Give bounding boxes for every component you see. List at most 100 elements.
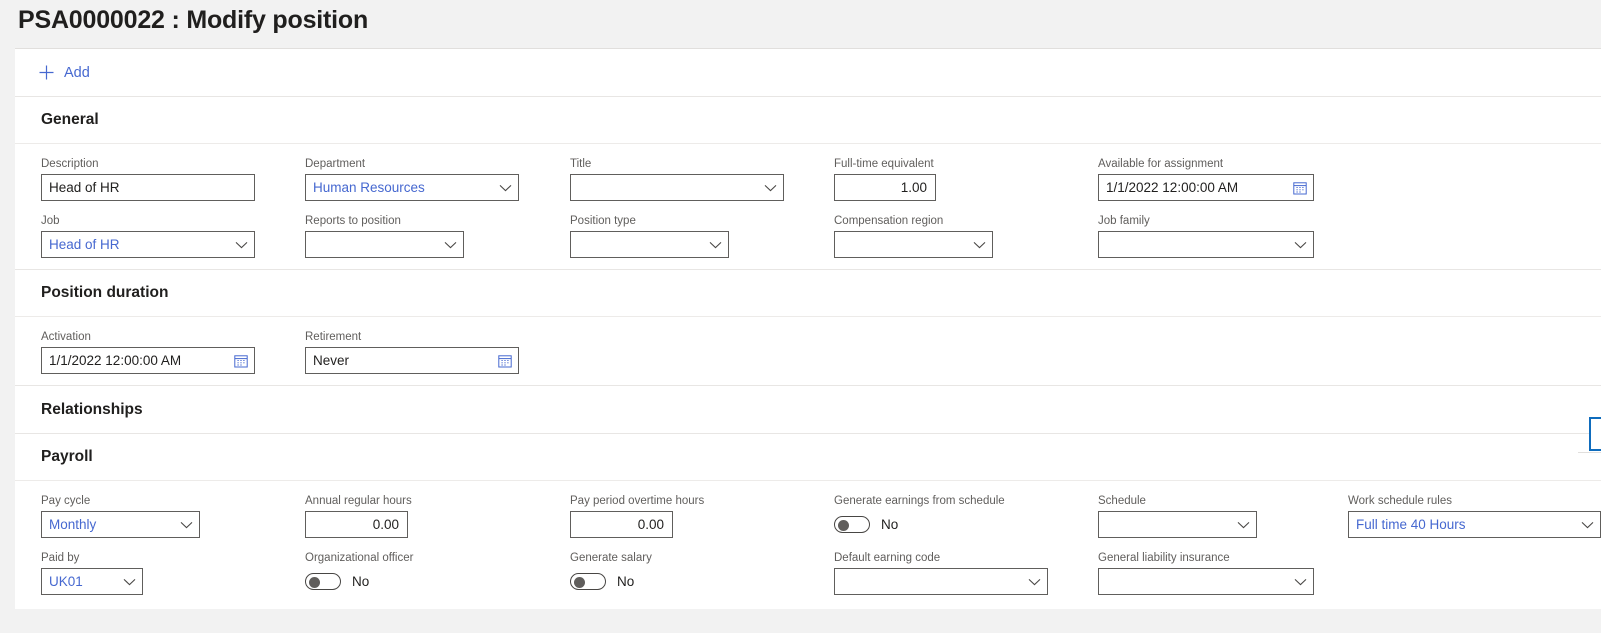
field-department-label: Department	[305, 158, 366, 170]
retirement-date-input[interactable]: Never	[305, 347, 519, 374]
field-gen-salary-label: Generate salary	[570, 552, 652, 564]
field-fte-label: Full-time equivalent	[834, 158, 934, 170]
focused-edge-control[interactable]	[1589, 417, 1601, 451]
chevron-down-icon[interactable]	[1230, 521, 1256, 529]
chevron-down-icon[interactable]	[116, 578, 142, 586]
organizational-officer-value: No	[352, 574, 370, 589]
retirement-value: Never	[313, 353, 350, 368]
annual-hours-value: 0.00	[372, 517, 399, 532]
default-earning-code-dropdown[interactable]	[834, 568, 1048, 595]
generate-salary-value: No	[617, 574, 635, 589]
available-date-input[interactable]: 1/1/2022 12:00:00 AM	[1098, 174, 1314, 201]
section-position-duration-body: Activation 1/1/2022 12:00:00 AM Retireme…	[15, 317, 1601, 385]
section-position-duration: Position duration Activation 1/1/2022 12…	[15, 269, 1601, 385]
field-retirement: Retirement Never	[305, 330, 519, 374]
department-value: Human Resources	[313, 180, 425, 195]
field-general-liability-insurance: General liability insurance	[1098, 551, 1314, 595]
add-button-label: Add	[64, 64, 90, 81]
field-org-officer-label: Organizational officer	[305, 552, 414, 564]
section-position-duration-title: Position duration	[41, 284, 169, 301]
paid-by-dropdown[interactable]: UK01	[41, 568, 143, 595]
chevron-down-icon[interactable]	[702, 241, 728, 249]
toggle-knob	[309, 576, 320, 588]
field-work-rules-label: Work schedule rules	[1348, 495, 1452, 507]
field-title-label: Title	[570, 158, 592, 170]
field-liability-ins-label: General liability insurance	[1098, 552, 1230, 564]
field-paid-by-label: Paid by	[41, 552, 80, 564]
fte-input[interactable]: 1.00	[834, 174, 936, 201]
annual-hours-input[interactable]: 0.00	[305, 511, 408, 538]
chevron-down-icon[interactable]	[1287, 241, 1313, 249]
chevron-down-icon[interactable]	[1574, 521, 1600, 529]
section-general-title: General	[41, 111, 99, 128]
description-input[interactable]: Head of HR	[41, 174, 255, 201]
section-general: General Description Head of HR Departmen…	[15, 96, 1601, 269]
available-value: 1/1/2022 12:00:00 AM	[1106, 180, 1239, 195]
field-default-earning-code: Default earning code	[834, 551, 1048, 595]
chevron-down-icon[interactable]	[1021, 578, 1047, 586]
modify-position-page: PSA0000022 : Modify position Add General…	[0, 0, 1601, 633]
section-relationships-header[interactable]: Relationships	[15, 386, 1601, 433]
add-button[interactable]: Add	[32, 60, 96, 85]
toggle-knob	[838, 519, 849, 531]
section-payroll: Payroll Pay cycle Monthly Annual regular…	[15, 433, 1601, 609]
paid-by-value: UK01	[49, 574, 83, 589]
section-position-duration-header[interactable]: Position duration	[15, 270, 1601, 317]
chevron-down-icon[interactable]	[966, 241, 992, 249]
field-job-family-label: Job family	[1098, 215, 1150, 227]
generate-earnings-value: No	[881, 517, 899, 532]
overtime-hours-value: 0.00	[637, 517, 664, 532]
section-relationships: Relationships	[15, 385, 1601, 433]
field-available-for-assignment: Available for assignment 1/1/2022 12:00:…	[1098, 157, 1314, 201]
schedule-dropdown[interactable]	[1098, 511, 1257, 538]
field-pay-cycle: Pay cycle Monthly	[41, 494, 200, 538]
description-value: Head of HR	[49, 180, 120, 195]
action-pane: Add	[15, 48, 1601, 96]
calendar-icon[interactable]	[228, 354, 254, 368]
field-department: Department Human Resources	[305, 157, 519, 201]
reports-to-dropdown[interactable]	[305, 231, 464, 258]
chevron-down-icon[interactable]	[437, 241, 463, 249]
form-card: Add General Description Head of HR Depar…	[15, 48, 1601, 609]
pay-cycle-value: Monthly	[49, 517, 97, 532]
job-family-dropdown[interactable]	[1098, 231, 1314, 258]
job-value: Head of HR	[49, 237, 120, 252]
field-position-type: Position type	[570, 214, 729, 258]
field-schedule: Schedule	[1098, 494, 1257, 538]
overtime-hours-input[interactable]: 0.00	[570, 511, 673, 538]
department-dropdown[interactable]: Human Resources	[305, 174, 519, 201]
field-comp-region-label: Compensation region	[834, 215, 944, 227]
fte-value: 1.00	[900, 180, 927, 195]
field-reports-to-position: Reports to position	[305, 214, 464, 258]
activation-date-input[interactable]: 1/1/2022 12:00:00 AM	[41, 347, 255, 374]
generate-earnings-toggle[interactable]	[834, 516, 870, 533]
field-description-label: Description	[41, 158, 99, 170]
plus-icon	[38, 64, 55, 81]
work-schedule-rules-dropdown[interactable]: Full time 40 Hours	[1348, 511, 1601, 538]
field-overtime-hours-label: Pay period overtime hours	[570, 495, 705, 507]
generate-salary-toggle[interactable]	[570, 573, 606, 590]
title-dropdown[interactable]	[570, 174, 784, 201]
organizational-officer-toggle[interactable]	[305, 573, 341, 590]
general-liability-insurance-dropdown[interactable]	[1098, 568, 1314, 595]
field-position-type-label: Position type	[570, 215, 636, 227]
calendar-icon[interactable]	[492, 354, 518, 368]
job-dropdown[interactable]: Head of HR	[41, 231, 255, 258]
field-full-time-equivalent: Full-time equivalent 1.00	[834, 157, 936, 201]
toggle-knob	[574, 576, 585, 588]
pay-cycle-dropdown[interactable]: Monthly	[41, 511, 200, 538]
chevron-down-icon[interactable]	[173, 521, 199, 529]
field-work-schedule-rules: Work schedule rules Full time 40 Hours	[1348, 494, 1601, 538]
chevron-down-icon[interactable]	[757, 184, 783, 192]
chevron-down-icon[interactable]	[1287, 578, 1313, 586]
calendar-icon[interactable]	[1287, 181, 1313, 195]
chevron-down-icon[interactable]	[492, 184, 518, 192]
position-type-dropdown[interactable]	[570, 231, 729, 258]
field-annual-hours-label: Annual regular hours	[305, 495, 412, 507]
comp-region-dropdown[interactable]	[834, 231, 993, 258]
section-payroll-header[interactable]: Payroll	[15, 434, 1601, 481]
activation-value: 1/1/2022 12:00:00 AM	[49, 353, 182, 368]
section-general-header[interactable]: General	[15, 97, 1601, 144]
field-schedule-label: Schedule	[1098, 495, 1146, 507]
chevron-down-icon[interactable]	[228, 241, 254, 249]
